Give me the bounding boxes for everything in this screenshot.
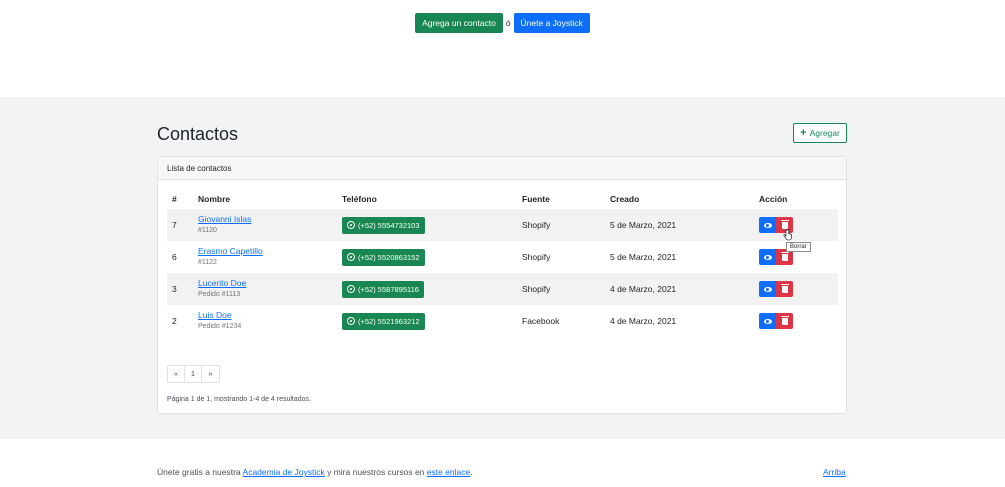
contact-name-link[interactable]: Giovanni Islas <box>198 214 251 225</box>
whatsapp-phone-button[interactable]: (+52) 5521963212 <box>342 312 425 330</box>
row-num: 2 <box>172 316 177 326</box>
row-name-cell: Giovanni Islas #1120 <box>198 209 251 241</box>
contact-name-link[interactable]: Lucerito Doe <box>198 278 246 289</box>
footer-text-middle: y mira nuestros cursos en <box>324 467 427 477</box>
header-phone: Teléfono <box>342 194 377 204</box>
pagination-page[interactable]: 1 <box>185 366 202 382</box>
source-cell: Facebook <box>522 316 560 326</box>
trash-icon <box>780 316 789 325</box>
trash-icon <box>780 220 789 229</box>
footer-text: Únete gratis a nuestra Academia de Joyst… <box>157 467 473 477</box>
view-button[interactable] <box>759 313 776 329</box>
back-to-top-link[interactable]: Arriba <box>823 467 846 477</box>
table-row: 6 Erasmo Capetillo #1122 (+52) 552086315… <box>167 241 838 273</box>
eye-icon <box>763 286 772 292</box>
page-title: Contactos <box>157 124 239 144</box>
pagination: « 1 » <box>167 365 220 383</box>
header-created: Creado <box>610 194 640 204</box>
phone-cell: (+52) 5520863152 <box>342 241 425 273</box>
created-cell: 5 de Marzo, 2021 <box>610 252 677 262</box>
phone-cell: (+52) 5521963212 <box>342 305 425 337</box>
created-cell: 4 de Marzo, 2021 <box>610 316 677 326</box>
academy-link[interactable]: Academia de Joystick <box>243 467 325 477</box>
order-number: #1120 <box>198 227 217 234</box>
eye-icon <box>763 222 772 228</box>
phone-cell: (+52) 5554732103 <box>342 209 425 241</box>
delete-button[interactable] <box>776 281 793 297</box>
hand-cursor-icon <box>783 229 792 241</box>
contact-name-link[interactable]: Erasmo Capetillo <box>198 246 263 257</box>
source-cell: Shopify <box>522 252 551 262</box>
created-cell: 4 de Marzo, 2021 <box>610 284 677 294</box>
join-joystick-button[interactable]: Únete a Joystick <box>513 13 590 33</box>
source-cell: Shopify <box>522 220 551 230</box>
courses-link[interactable]: este enlace <box>427 467 470 477</box>
table-header: # Nombre Teléfono Fuente Creado Acción <box>167 194 838 208</box>
trash-icon <box>780 252 789 261</box>
view-button[interactable] <box>759 249 776 265</box>
header-num: # <box>172 194 177 204</box>
row-name-cell: Erasmo Capetillo #1122 <box>198 241 263 273</box>
table-row: 3 Lucerito Doe Pedido #1113 (+52) 558789… <box>167 273 838 305</box>
separator-text: ó <box>505 18 511 28</box>
add-contact-button[interactable]: Agrega un contacto <box>415 13 503 33</box>
whatsapp-phone-button[interactable]: (+52) 5587895116 <box>342 280 424 298</box>
phone-number: (+52) 5554732103 <box>358 220 420 230</box>
order-number: #1122 <box>198 259 217 266</box>
contacts-card: Lista de contactos # Nombre Teléfono Fue… <box>157 156 847 414</box>
view-button[interactable] <box>759 217 776 233</box>
order-number: Pedido #1113 <box>198 291 241 298</box>
phone-number: (+52) 5521963212 <box>358 316 420 326</box>
row-num: 3 <box>172 284 177 294</box>
trash-icon <box>780 284 789 293</box>
phone-cell: (+52) 5587895116 <box>342 273 424 305</box>
order-number: Pedido #1234 <box>198 323 242 330</box>
eye-icon <box>763 254 772 260</box>
whatsapp-phone-button[interactable]: (+52) 5554732103 <box>342 216 425 234</box>
view-button[interactable] <box>759 281 776 297</box>
whatsapp-icon <box>347 317 355 325</box>
pagination-next[interactable]: » <box>202 366 219 382</box>
card-header: Lista de contactos <box>158 157 846 180</box>
plus-icon: + <box>800 126 807 139</box>
footer-text-before: Únete gratis a nuestra <box>157 467 243 477</box>
pagination-prev[interactable]: « <box>168 366 185 382</box>
header-source: Fuente <box>522 194 550 204</box>
row-name-cell: Luis Doe Pedido #1234 <box>198 305 241 337</box>
delete-tooltip: Borrar <box>786 242 811 252</box>
pagination-info: Página 1 de 1, mostrando 1-4 de 4 result… <box>167 396 311 403</box>
footer-text-after: . <box>470 467 473 477</box>
contact-name-link[interactable]: Luis Doe <box>198 310 241 321</box>
table-row: 2 Luis Doe Pedido #1234 (+52) 5521963212… <box>167 305 838 337</box>
whatsapp-phone-button[interactable]: (+52) 5520863152 <box>342 248 425 266</box>
header-action: Acción <box>759 194 788 204</box>
action-cell <box>759 273 793 305</box>
created-cell: 5 de Marzo, 2021 <box>610 220 677 230</box>
header-name: Nombre <box>198 194 231 204</box>
action-cell <box>759 305 793 337</box>
table-row: 7 Giovanni Islas #1120 (+52) 5554732103 … <box>167 209 838 241</box>
add-button[interactable]: + Agregar <box>793 123 847 143</box>
row-num: 7 <box>172 220 177 230</box>
row-name-cell: Lucerito Doe Pedido #1113 <box>198 273 246 305</box>
source-cell: Shopify <box>522 284 551 294</box>
eye-icon <box>763 318 772 324</box>
row-num: 6 <box>172 252 177 262</box>
whatsapp-icon <box>347 253 355 261</box>
add-button-label: Agregar <box>809 128 840 138</box>
whatsapp-icon <box>347 285 355 293</box>
top-bar: Agrega un contacto ó Únete a Joystick <box>0 13 1005 33</box>
delete-button[interactable] <box>776 313 793 329</box>
phone-number: (+52) 5520863152 <box>358 252 420 262</box>
whatsapp-icon <box>347 221 355 229</box>
phone-number: (+52) 5587895116 <box>358 284 419 294</box>
